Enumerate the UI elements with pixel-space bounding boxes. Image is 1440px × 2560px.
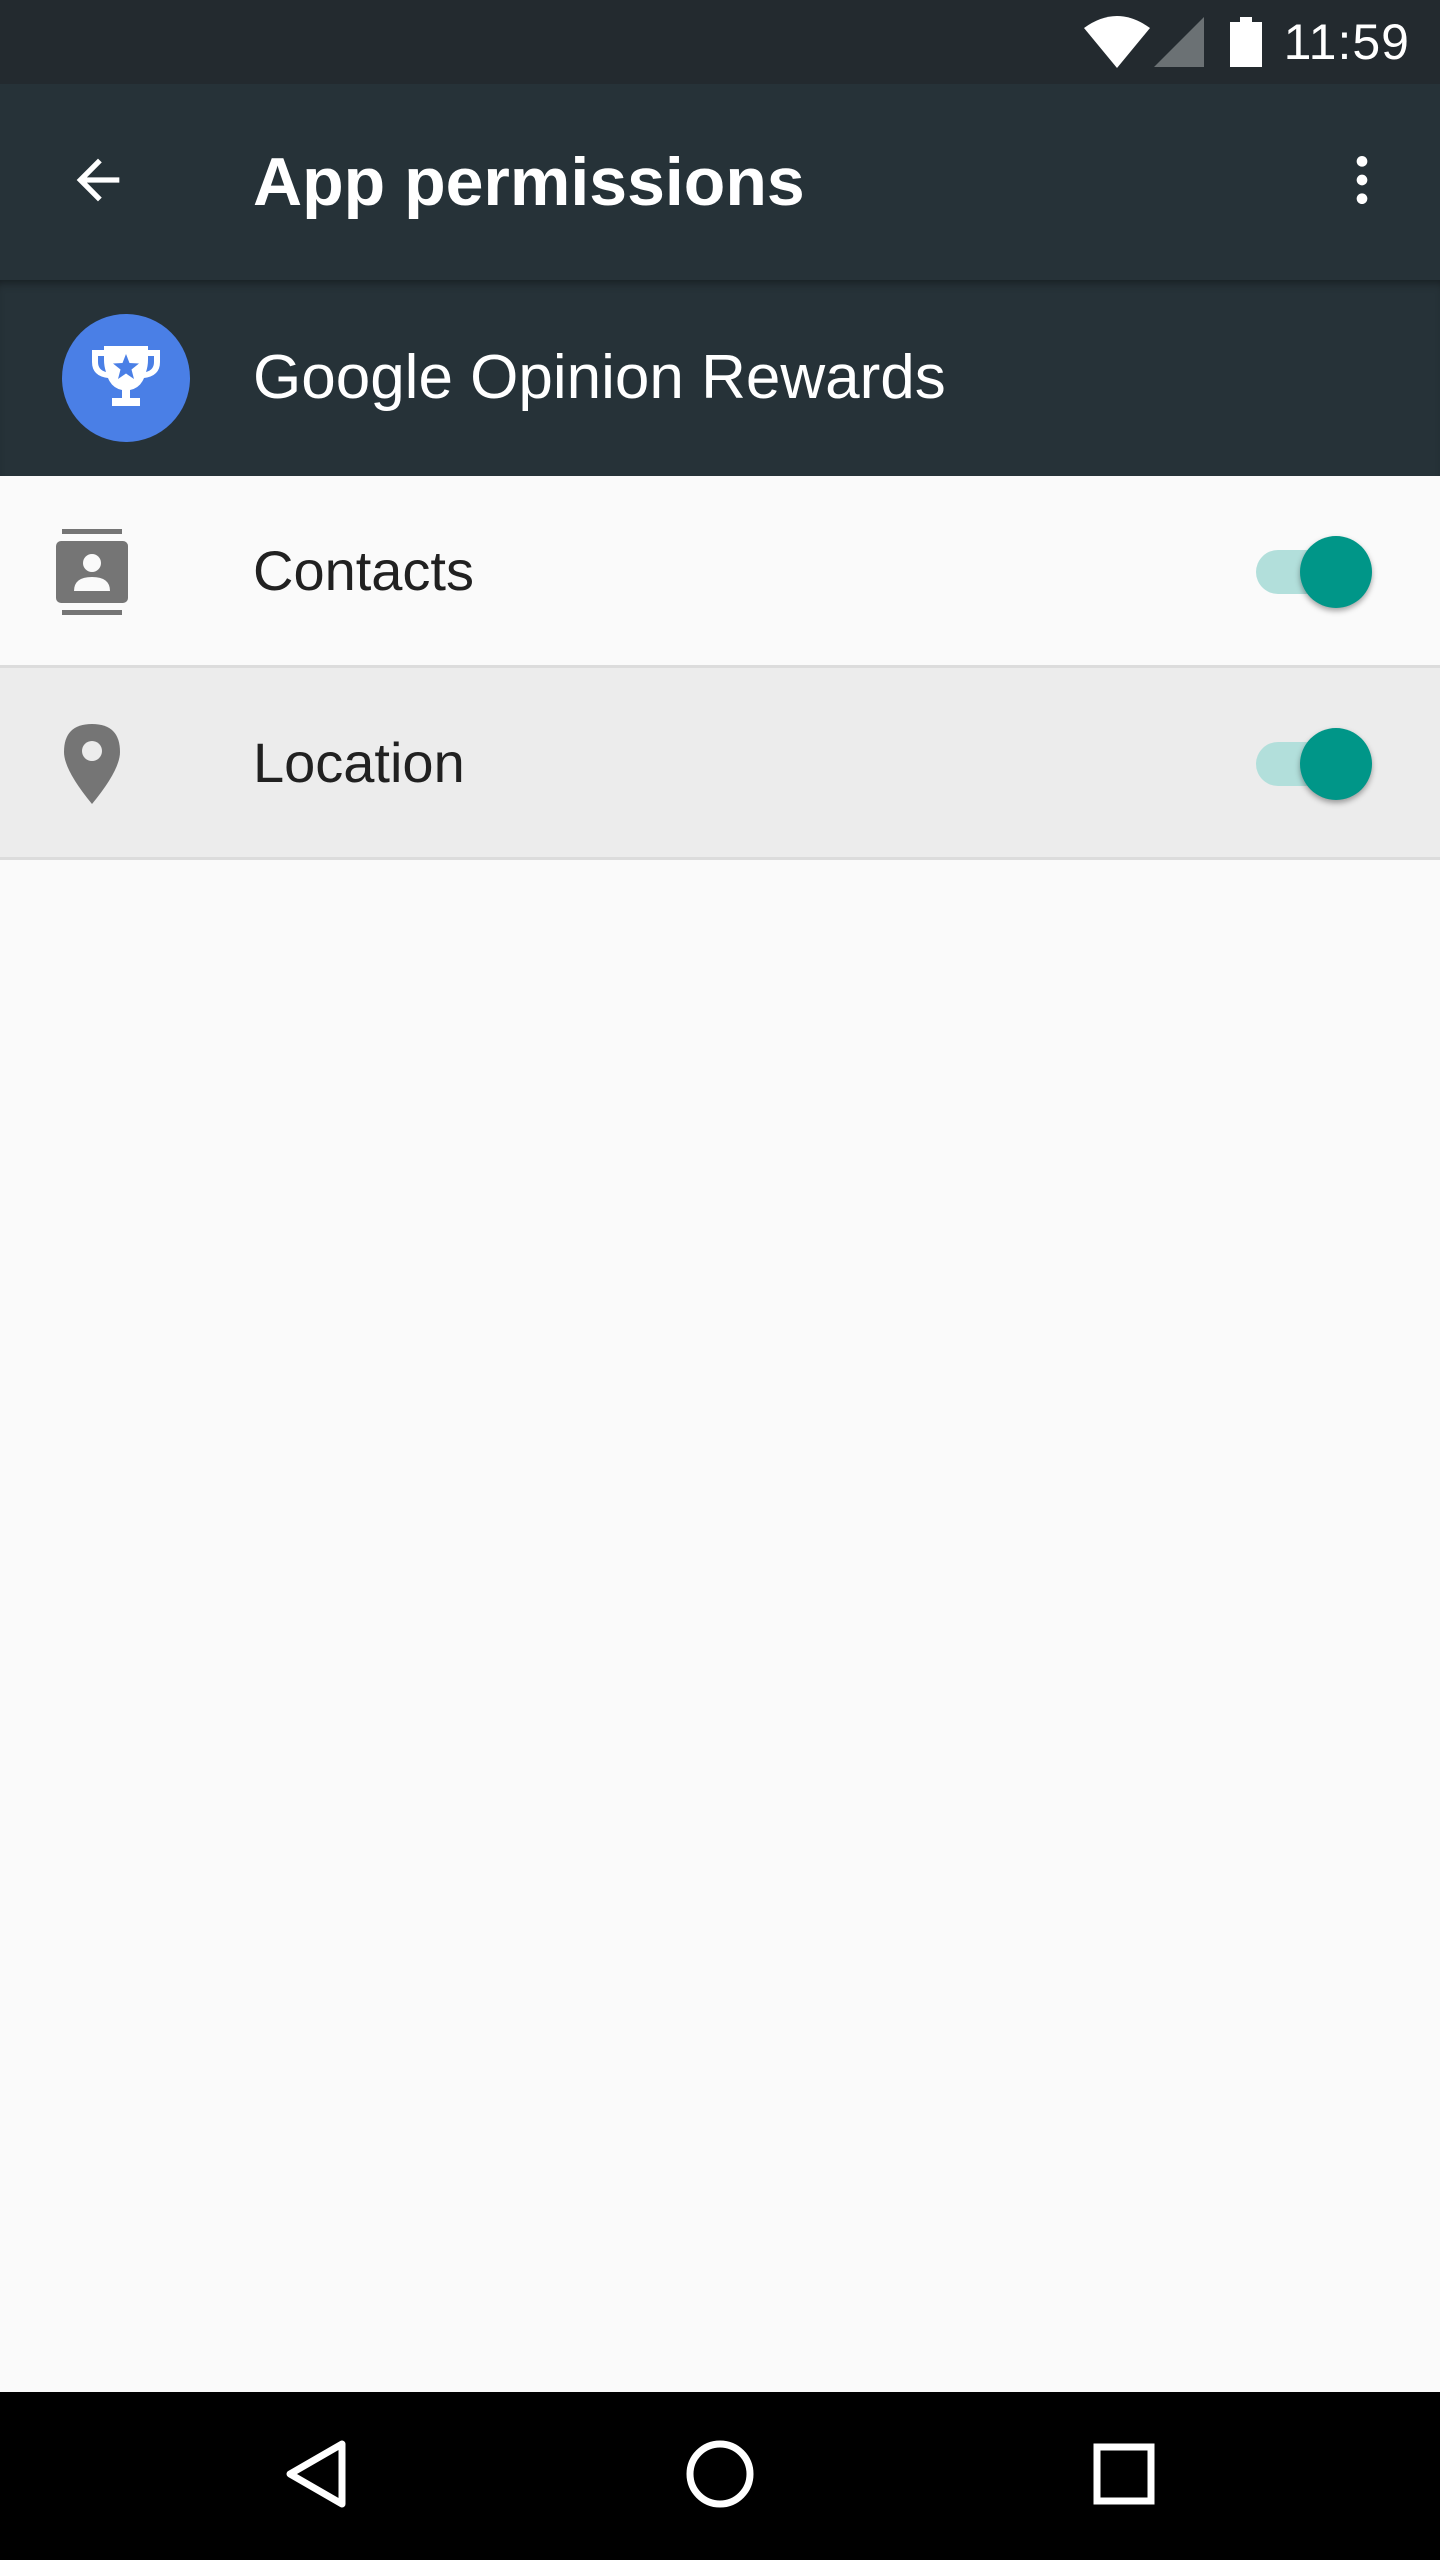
permission-label: Contacts [253,539,474,602]
nav-recents-button[interactable] [1064,2416,1184,2536]
back-button[interactable] [50,134,146,230]
trophy-star-icon [86,336,166,421]
wifi-icon [1083,16,1150,68]
contacts-icon [44,524,140,620]
arrow-back-icon [66,148,130,217]
toggle-thumb [1300,536,1372,608]
status-icons: 11:59 [1083,0,1410,84]
nav-home-icon [684,2438,756,2515]
toggle-thumb [1300,728,1372,800]
app-name: Google Opinion Rewards [253,343,946,412]
more-options-button[interactable] [1314,134,1410,230]
cellular-signal-icon [1153,17,1204,67]
location-pin-icon [44,716,140,812]
permission-label: Location [253,731,465,794]
app-bar: App permissions [0,84,1440,280]
battery-icon [1229,17,1262,67]
nav-back-button[interactable] [256,2416,376,2536]
permission-row-location[interactable]: Location [0,668,1440,860]
permission-list: Contacts Location [0,476,1440,860]
app-icon [62,314,190,442]
navigation-bar [0,2392,1440,2560]
nav-back-icon [284,2438,348,2515]
nav-home-button[interactable] [660,2416,780,2536]
more-vert-icon [1330,148,1394,217]
status-time: 11:59 [1283,14,1410,70]
page-title: App permissions [253,144,805,220]
permission-row-contacts[interactable]: Contacts [0,476,1440,668]
status-bar: 11:59 [0,0,1440,84]
nav-recents-icon [1092,2442,1156,2511]
contacts-toggle[interactable] [1254,536,1374,608]
app-header: Google Opinion Rewards [0,280,1440,476]
location-toggle[interactable] [1254,728,1374,800]
